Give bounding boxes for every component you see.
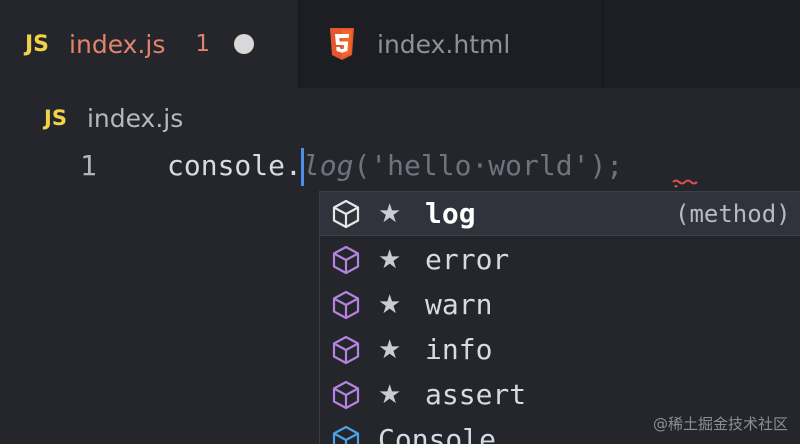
- html5-icon: [330, 28, 354, 60]
- star-icon: ★: [378, 334, 402, 365]
- suggestion-label: Console: [378, 423, 497, 444]
- star-icon: ★: [378, 198, 402, 229]
- star-icon: ★: [378, 379, 402, 410]
- method-cube-icon: [332, 380, 360, 409]
- class-cube-icon: [332, 425, 360, 444]
- suggestion-error[interactable]: ★ error: [320, 237, 800, 282]
- editor-tab-bar: JS index.js 1 index.html: [0, 0, 800, 88]
- line-number: 1: [80, 149, 97, 182]
- method-cube-icon: [332, 335, 360, 364]
- suggestion-label: warn: [425, 288, 493, 321]
- breadcrumb-file[interactable]: index.js: [87, 104, 183, 133]
- tab-title: index.html: [377, 29, 511, 59]
- suggestion-log[interactable]: ★ log (method): [320, 191, 800, 236]
- breadcrumb[interactable]: JS index.js: [44, 98, 183, 138]
- typed-code: console.: [167, 149, 302, 182]
- star-icon: ★: [378, 244, 402, 275]
- inline-suggestion-rest: ('hello·world');: [353, 149, 624, 182]
- method-cube-icon: [332, 199, 360, 228]
- code-line[interactable]: console.log('hello·world');: [167, 146, 623, 186]
- watermark: @稀土掘金技术社区: [652, 415, 788, 433]
- suggestion-label: log: [425, 197, 476, 230]
- suggestion-label: error: [425, 243, 510, 276]
- method-cube-icon: [332, 245, 360, 274]
- unsaved-dot-icon[interactable]: [234, 34, 254, 54]
- method-cube-icon: [332, 290, 360, 319]
- tab-index-js[interactable]: JS index.js 1: [0, 0, 298, 88]
- tab-index-html[interactable]: index.html: [298, 0, 603, 88]
- autocomplete-widget: ★ log (method) ★ error ★ warn ★ info ★ a…: [319, 191, 800, 444]
- suggestion-info[interactable]: ★ info: [320, 327, 800, 372]
- suggestion-label: assert: [425, 378, 527, 411]
- problem-count-badge: 1: [195, 31, 210, 57]
- error-squiggle-icon: [672, 179, 698, 188]
- suggestion-label: info: [425, 333, 493, 366]
- js-file-icon: JS: [44, 106, 67, 130]
- suggestion-detail: (method): [675, 199, 791, 228]
- star-icon: ★: [378, 289, 402, 320]
- suggestion-assert[interactable]: ★ assert: [320, 372, 800, 417]
- tab-title: index.js: [69, 29, 166, 59]
- inline-suggestion-method: log: [302, 149, 354, 182]
- js-file-icon: JS: [25, 31, 50, 57]
- suggestion-warn[interactable]: ★ warn: [320, 282, 800, 327]
